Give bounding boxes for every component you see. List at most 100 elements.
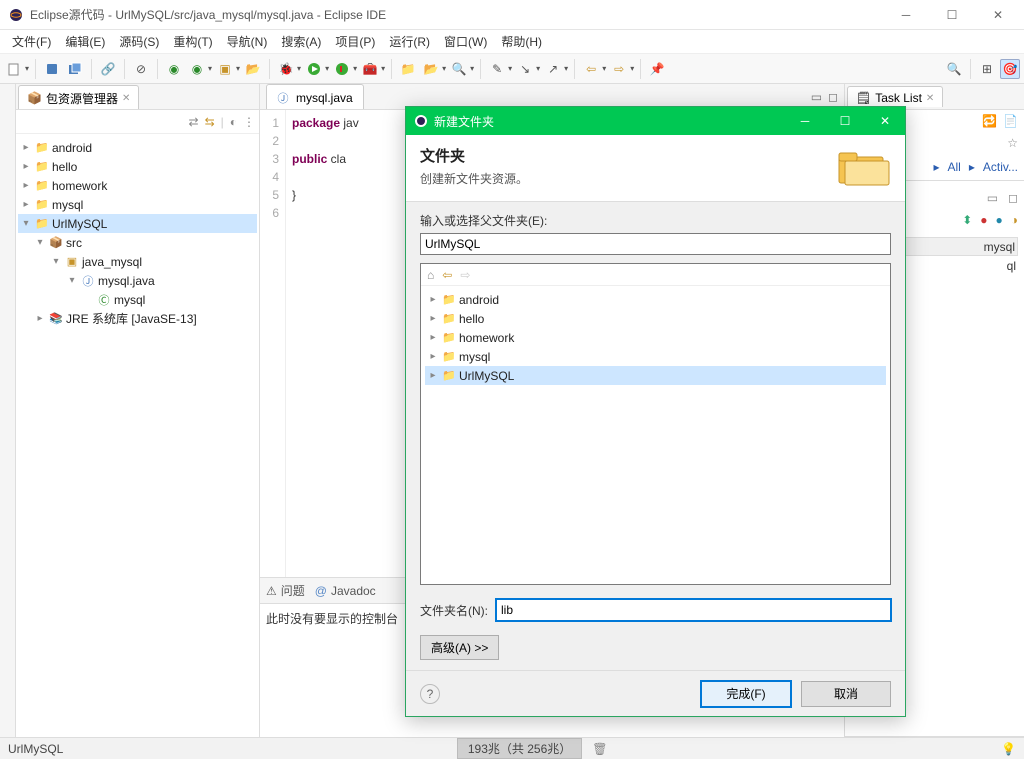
menu-project[interactable]: 项目(P) [329, 31, 381, 52]
outline-sort-icon[interactable]: ⬍ [962, 213, 972, 227]
window-title: Eclipse源代码 - UrlMySQL/src/java_mysql/mys… [30, 6, 386, 23]
project-hello[interactable]: ▸📁hello [18, 157, 257, 176]
task-tool-1[interactable]: 🔁 [982, 114, 997, 128]
class-mysql[interactable]: Ⓒmysql [18, 290, 257, 309]
menu-run[interactable]: 运行(R) [383, 31, 436, 52]
home-icon[interactable]: ⌂ [427, 268, 434, 282]
menu-search[interactable]: 搜索(A) [275, 31, 327, 52]
dlg-tree-homework[interactable]: ▸📁homework [425, 328, 886, 347]
trash-icon[interactable]: 🗑 [592, 742, 607, 756]
next-annotation-button[interactable]: ↘ [515, 59, 535, 79]
search-button[interactable]: 🔍 [449, 59, 469, 79]
save-button[interactable] [42, 59, 62, 79]
jre-library[interactable]: ▸📚JRE 系统库 [JavaSE-13] [18, 309, 257, 328]
dialog-close-button[interactable]: ✕ [873, 114, 897, 128]
outline-focus-icon[interactable]: ● [996, 213, 1003, 227]
outline-hide-icon[interactable]: ● [980, 213, 987, 227]
coverage-button[interactable] [332, 59, 352, 79]
open-type-button[interactable]: 📂 [243, 59, 263, 79]
package-explorer-tab[interactable]: 📦 包资源管理器 ✕ [18, 85, 139, 109]
task-list-tab[interactable]: 🗒 Task List ✕ [847, 86, 943, 107]
project-android[interactable]: ▸📁android [18, 138, 257, 157]
folder-name-input[interactable] [496, 599, 891, 621]
build-button[interactable]: ◉ [164, 59, 184, 79]
window-minimize-button[interactable]: ─ [892, 8, 920, 22]
debug-button[interactable]: 🐞 [276, 59, 296, 79]
java-perspective-button[interactable]: 🎯 [1000, 59, 1020, 79]
advanced-button[interactable]: 高级(A) >> [420, 635, 499, 660]
back-arrow-icon[interactable]: ⇦ [442, 268, 452, 282]
outline-min-icon[interactable]: ▭ [987, 191, 998, 205]
dlg-tree-android[interactable]: ▸📁android [425, 290, 886, 309]
task-arrow-icon[interactable]: ▸ [933, 160, 939, 174]
close-tab-icon[interactable]: ✕ [926, 93, 934, 104]
dlg-tree-mysql[interactable]: ▸📁mysql [425, 347, 886, 366]
dialog-minimize-button[interactable]: ─ [793, 114, 817, 128]
task-icon: 🗒 [856, 91, 871, 105]
menu-file[interactable]: 文件(F) [6, 31, 57, 52]
quick-access-button[interactable]: 🔍 [944, 59, 964, 79]
toggle-breadcrumb-button[interactable]: 🔗 [98, 59, 118, 79]
skip-breakpoints-button[interactable]: ⊘ [131, 59, 151, 79]
forward-button[interactable]: ⇨ [609, 59, 629, 79]
problems-tab[interactable]: ⚠问题 [266, 582, 305, 599]
menu-navigate[interactable]: 导航(N) [221, 31, 274, 52]
dialog-maximize-button[interactable]: ☐ [833, 114, 857, 128]
view-menu-icon[interactable]: ⋮ [243, 115, 255, 129]
tip-icon[interactable]: 💡 [1001, 742, 1016, 756]
cancel-button[interactable]: 取消 [801, 681, 891, 707]
package-java-mysql[interactable]: ▾▣java_mysql [18, 252, 257, 271]
editor-tab-mysql-java[interactable]: Ⓙ mysql.java [266, 84, 364, 109]
save-all-button[interactable] [65, 59, 85, 79]
memory-monitor[interactable]: 193兆（共 256兆） [457, 738, 582, 759]
toggle-mark-button[interactable]: ✎ [487, 59, 507, 79]
menu-help[interactable]: 帮助(H) [495, 31, 548, 52]
dlg-tree-urlmysql[interactable]: ▸📁UrlMySQL [425, 366, 886, 385]
task-filter-activate[interactable]: Activ... [983, 160, 1018, 174]
dialog-titlebar[interactable]: 新建文件夹 ─ ☐ ✕ [406, 107, 905, 135]
task-arrow-icon-2[interactable]: ▸ [969, 160, 975, 174]
dlg-tree-hello[interactable]: ▸📁hello [425, 309, 886, 328]
project-homework[interactable]: ▸📁homework [18, 176, 257, 195]
window-close-button[interactable]: ✕ [984, 8, 1012, 22]
menu-window[interactable]: 窗口(W) [438, 31, 493, 52]
new-java-project-button[interactable]: 📁 [398, 59, 418, 79]
new-class-button[interactable]: ◉ [187, 59, 207, 79]
minimize-view-icon[interactable]: ▭ [811, 90, 822, 104]
link-with-editor-icon[interactable]: ⇆ [205, 115, 215, 129]
dialog-icon [414, 114, 428, 128]
prev-annotation-button[interactable]: ↗ [543, 59, 563, 79]
new-package-button[interactable]: ▣ [215, 59, 235, 79]
back-button[interactable]: ⇦ [581, 59, 601, 79]
outline-max-icon[interactable]: ◻ [1008, 191, 1018, 205]
package-explorer-tree[interactable]: ▸📁android ▸📁hello ▸📁homework ▸📁mysql ▾📁U… [16, 134, 259, 737]
maximize-view-icon[interactable]: ◻ [828, 90, 838, 104]
window-maximize-button[interactable]: ☐ [938, 8, 966, 22]
task-tool-3[interactable]: ☆ [1007, 136, 1018, 150]
task-tool-2[interactable]: 📄 [1003, 114, 1018, 128]
help-icon[interactable]: ? [420, 684, 440, 704]
file-mysql-java[interactable]: ▾Ⓙmysql.java [18, 271, 257, 290]
new-button[interactable] [4, 59, 24, 79]
open-task-button[interactable]: 📂 [421, 59, 441, 79]
project-mysql[interactable]: ▸📁mysql [18, 195, 257, 214]
collapse-all-icon[interactable]: ⇄ [189, 115, 199, 129]
menu-refactor[interactable]: 重构(T) [167, 31, 218, 52]
parent-folder-tree[interactable]: ⌂ ⇦ ⇨ ▸📁android ▸📁hello ▸📁homework ▸📁mys… [420, 263, 891, 585]
external-tools-button[interactable]: 🧰 [360, 59, 380, 79]
task-filter-all[interactable]: All [948, 160, 961, 174]
project-urlmysql[interactable]: ▾📁UrlMySQL [18, 214, 257, 233]
focus-task-icon[interactable]: ◐ [230, 115, 237, 129]
open-perspective-button[interactable]: ⊞ [977, 59, 997, 79]
finish-button[interactable]: 完成(F) [701, 681, 791, 707]
run-button[interactable] [304, 59, 324, 79]
pin-editor-button[interactable]: 📌 [647, 59, 667, 79]
parent-folder-input[interactable] [420, 233, 891, 255]
forward-arrow-icon[interactable]: ⇨ [460, 268, 470, 282]
javadoc-tab[interactable]: @Javadoc [315, 584, 376, 598]
folder-src[interactable]: ▾📦src [18, 233, 257, 252]
outline-hide2-icon[interactable]: ◑ [1011, 213, 1018, 227]
menu-source[interactable]: 源码(S) [113, 31, 165, 52]
menu-edit[interactable]: 编辑(E) [59, 31, 111, 52]
close-tab-icon[interactable]: ✕ [122, 93, 130, 104]
